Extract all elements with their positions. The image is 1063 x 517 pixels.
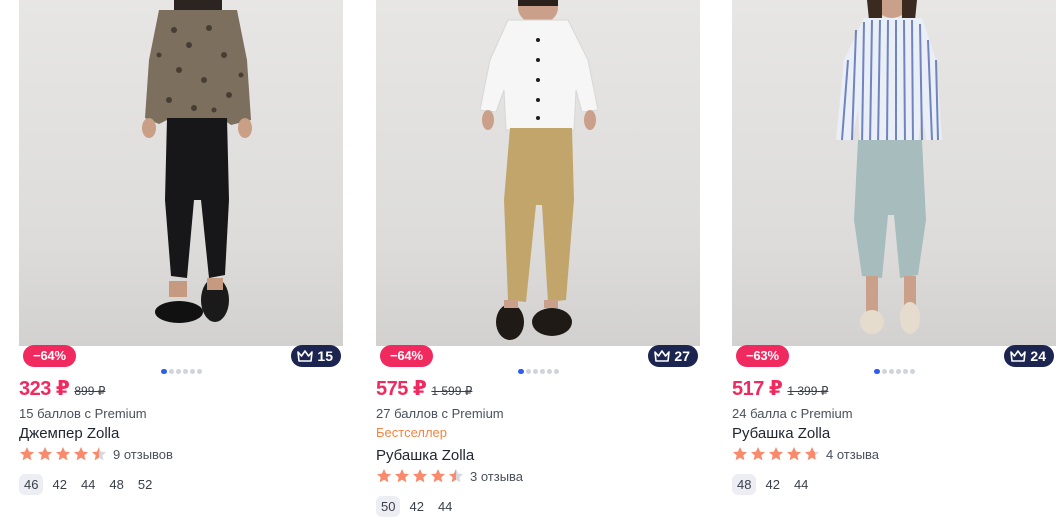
product-image[interactable] [19, 0, 343, 346]
size-option[interactable]: 44 [433, 496, 457, 517]
premium-points-badge: 24 [1004, 345, 1054, 367]
size-list: 46 42 44 48 52 [19, 474, 157, 495]
discount-badge: −64% [23, 345, 76, 367]
star-icon [377, 469, 391, 483]
carousel-dot[interactable] [874, 369, 880, 374]
star-icon [413, 469, 427, 483]
product-title[interactable]: Рубашка Zolla [376, 447, 474, 464]
star-icon [20, 447, 34, 461]
star-icon [769, 447, 783, 461]
premium-points-badge: 27 [648, 345, 698, 367]
size-option[interactable]: 42 [760, 474, 784, 495]
current-price: 575 ₽ [376, 378, 427, 400]
carousel-dot[interactable] [540, 369, 545, 374]
star-icon [395, 469, 409, 483]
model-photo [479, 0, 599, 340]
price-row: 575 ₽ 1 599 ₽ [376, 376, 472, 401]
product-title[interactable]: Джемпер Zolla [19, 425, 119, 442]
size-option[interactable]: 48 [104, 474, 128, 495]
premium-points-badge: 15 [291, 345, 341, 367]
star-icon [787, 447, 801, 461]
old-price: 899 ₽ [74, 384, 106, 398]
size-option[interactable]: 42 [47, 474, 71, 495]
crown-icon [297, 350, 314, 362]
star-icon [431, 469, 445, 483]
product-card[interactable]: −63% 24 517 ₽ 1 399 ₽ 24 балла с Premium… [732, 0, 1056, 503]
size-list: 50 42 44 [376, 496, 457, 517]
carousel-dot[interactable] [518, 369, 524, 374]
reviews-count[interactable]: 3 отзыва [470, 469, 523, 484]
star-icon [92, 447, 106, 461]
carousel-dot[interactable] [903, 369, 908, 374]
product-image[interactable] [376, 0, 700, 346]
carousel-dot[interactable] [197, 369, 202, 374]
points-value: 24 [1030, 348, 1046, 364]
premium-points-text: 15 баллов с Premium [19, 406, 147, 421]
star-icon [74, 447, 88, 461]
size-option[interactable]: 50 [376, 496, 401, 517]
reviews-count[interactable]: 4 отзыва [826, 447, 879, 462]
carousel-dot[interactable] [889, 369, 894, 374]
product-card[interactable]: −64% 15 323 ₽ 899 ₽ 15 баллов с Premium … [19, 0, 343, 503]
star-icon [56, 447, 70, 461]
carousel-dot[interactable] [183, 369, 188, 374]
size-option[interactable]: 42 [404, 496, 428, 517]
star-icon [805, 447, 819, 461]
size-option[interactable]: 48 [732, 474, 757, 495]
carousel-dot[interactable] [910, 369, 915, 374]
rating-row[interactable]: 4 отзыва [732, 446, 879, 462]
product-title[interactable]: Рубашка Zolla [732, 425, 830, 442]
star-icon [733, 447, 747, 461]
bestseller-label: Бестселлер [376, 425, 447, 440]
points-value: 15 [317, 348, 333, 364]
product-card[interactable]: −64% 27 575 ₽ 1 599 ₽ 27 баллов с Premiu… [376, 0, 700, 517]
old-price: 1 599 ₽ [431, 384, 473, 398]
current-price: 517 ₽ [732, 378, 783, 400]
product-image[interactable] [732, 0, 1056, 346]
star-icon [751, 447, 765, 461]
carousel-dot[interactable] [176, 369, 181, 374]
size-option[interactable]: 46 [19, 474, 44, 495]
image-carousel-dots[interactable] [161, 369, 202, 374]
size-option[interactable]: 52 [133, 474, 157, 495]
carousel-dot[interactable] [169, 369, 174, 374]
size-option[interactable]: 44 [789, 474, 813, 495]
price-row: 517 ₽ 1 399 ₽ [732, 376, 828, 401]
carousel-dot[interactable] [526, 369, 531, 374]
crown-icon [1010, 350, 1027, 362]
price-row: 323 ₽ 899 ₽ [19, 376, 105, 401]
reviews-count[interactable]: 9 отзывов [113, 447, 173, 462]
rating-row[interactable]: 3 отзыва [376, 468, 523, 484]
image-carousel-dots[interactable] [518, 369, 559, 374]
carousel-dot[interactable] [533, 369, 538, 374]
carousel-dot[interactable] [896, 369, 901, 374]
discount-badge: −63% [736, 345, 789, 367]
rating-row[interactable]: 9 отзывов [19, 446, 173, 462]
rating-stars [19, 446, 107, 462]
carousel-dot[interactable] [882, 369, 887, 374]
premium-points-text: 27 баллов с Premium [376, 406, 504, 421]
model-photo [836, 0, 942, 334]
size-option[interactable]: 44 [76, 474, 100, 495]
rating-stars [732, 446, 820, 462]
carousel-dot[interactable] [190, 369, 195, 374]
model-photo [142, 0, 252, 323]
crown-icon [654, 350, 671, 362]
old-price: 1 399 ₽ [787, 384, 829, 398]
current-price: 323 ₽ [19, 378, 70, 400]
carousel-dot[interactable] [554, 369, 559, 374]
premium-points-text: 24 балла с Premium [732, 406, 853, 421]
carousel-dot[interactable] [547, 369, 552, 374]
star-icon [38, 447, 52, 461]
rating-stars [376, 468, 464, 484]
discount-badge: −64% [380, 345, 433, 367]
star-icon [449, 469, 463, 483]
points-value: 27 [674, 348, 690, 364]
image-carousel-dots[interactable] [874, 369, 915, 374]
carousel-dot[interactable] [161, 369, 167, 374]
size-list: 48 42 44 [732, 474, 813, 495]
